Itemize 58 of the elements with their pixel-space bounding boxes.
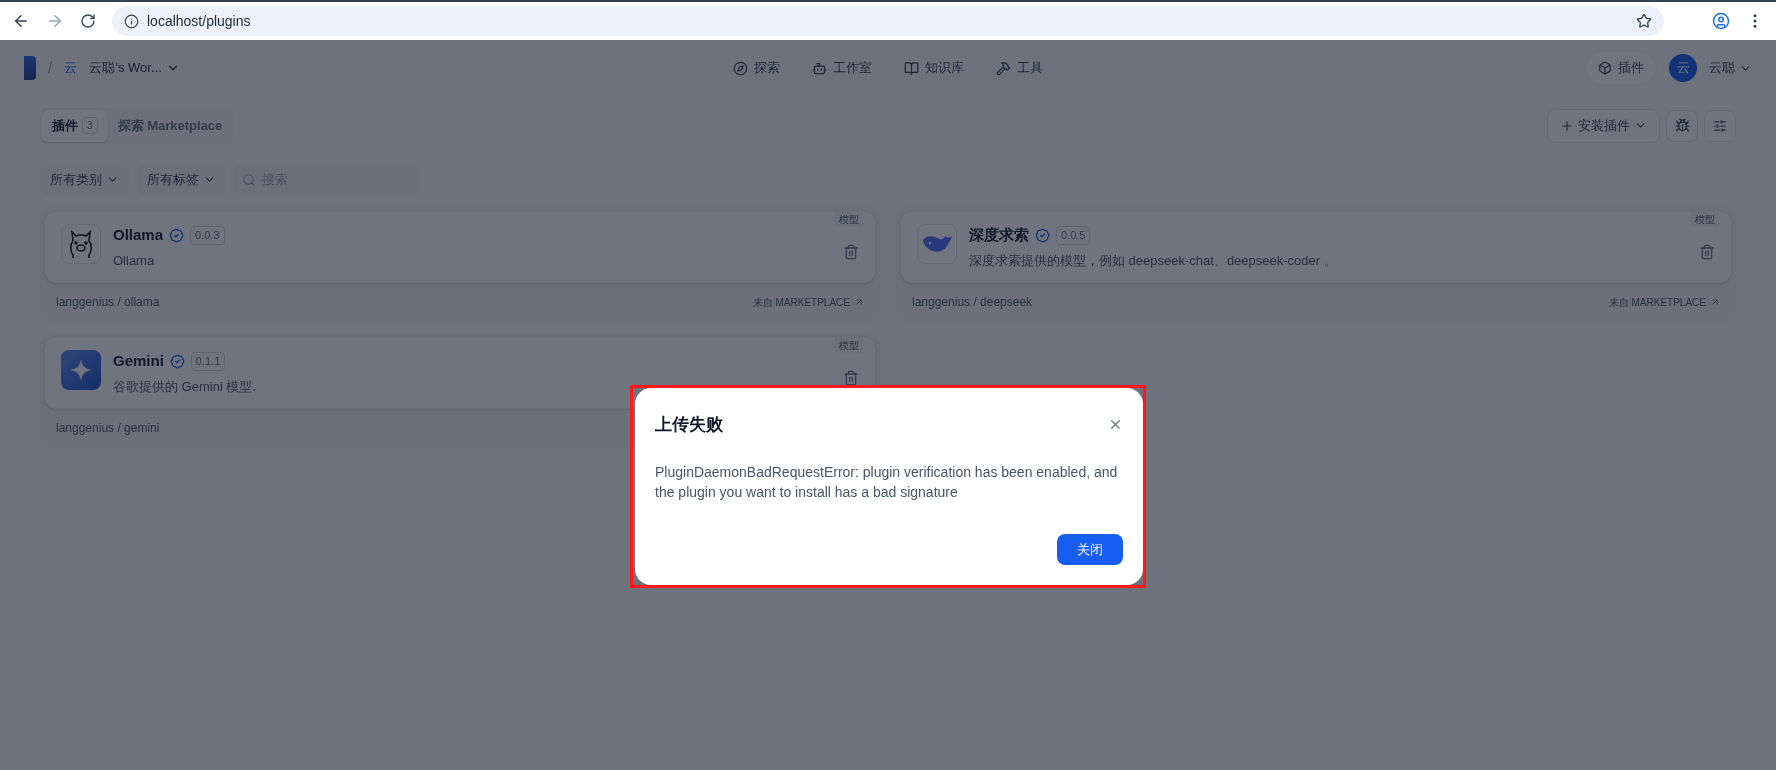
plus-icon xyxy=(1560,118,1574,133)
forward-icon[interactable] xyxy=(46,12,64,30)
bug-icon xyxy=(1674,118,1690,134)
nav-link[interactable]: 知识库 xyxy=(904,58,964,78)
plugin-description: 深度求索提供的模型，例如 deepseek-chat、deepseek-coder 。 xyxy=(969,251,1338,270)
plugin-description: 谷歌提供的 Gemini 模型. xyxy=(113,377,257,396)
llama-logo-icon xyxy=(61,224,101,264)
user-avatar[interactable]: 云 xyxy=(1669,54,1697,82)
delete-icon[interactable] xyxy=(1699,244,1715,260)
plugin-author-path: langgenius / deepseek xyxy=(912,294,1033,311)
marketplace-link[interactable]: 来自 MARKETPLACE xyxy=(752,294,864,310)
install-plugin-button[interactable]: 安装插件 xyxy=(1547,109,1660,143)
external-link-icon xyxy=(1710,297,1720,307)
version-tag: 0.1.1 xyxy=(190,352,226,371)
verified-icon xyxy=(1035,227,1050,243)
plugin-description: Ollama xyxy=(113,251,156,270)
delete-icon[interactable] xyxy=(843,244,859,260)
plugin-name: Ollama xyxy=(113,225,164,245)
user-menu[interactable]: 云聪 xyxy=(1709,58,1752,78)
nav-link[interactable]: 工作室 xyxy=(812,58,872,78)
info-icon[interactable] xyxy=(124,13,139,29)
search-icon xyxy=(242,172,256,187)
compass-icon xyxy=(733,60,748,76)
back-icon[interactable] xyxy=(12,12,30,30)
debug-button[interactable] xyxy=(1666,109,1698,142)
address-bar[interactable]: localhost/plugins xyxy=(112,6,1664,36)
verified-icon xyxy=(169,227,185,243)
delete-icon[interactable] xyxy=(843,370,859,386)
bookmark-star-icon[interactable] xyxy=(1636,13,1652,29)
profile-icon[interactable] xyxy=(1712,12,1730,30)
plugin-name: 深度求索 xyxy=(969,225,1029,245)
plugin-name: Gemini xyxy=(113,351,164,371)
settings-icon xyxy=(1713,118,1727,133)
url-text: localhost/plugins xyxy=(147,11,252,31)
book-icon xyxy=(904,60,919,76)
error-message: PluginDaemonBadRequestError: plugin verification has been enabled, and the plugin you want to install has a bad signature xyxy=(655,462,1119,502)
sparkle-logo-icon xyxy=(61,350,101,390)
hammer-icon xyxy=(996,60,1011,76)
tab[interactable]: 插件 3 xyxy=(42,110,108,142)
cube-icon xyxy=(1598,61,1612,75)
plugin-author-path: langgenius / gemini xyxy=(56,420,160,437)
workspace-selector[interactable]: 云聪's Wor... xyxy=(89,58,180,78)
app-logo-icon xyxy=(24,56,36,80)
verified-icon xyxy=(169,353,185,369)
marketplace-link[interactable]: 来自 MARKETPLACE xyxy=(1608,294,1720,310)
nav-link[interactable]: 探索 xyxy=(733,58,780,78)
version-tag: 0.0.5 xyxy=(1056,226,1091,245)
version-tag: 0.0.3 xyxy=(190,226,225,245)
robot-icon xyxy=(812,60,827,76)
close-button[interactable]: 关闭 xyxy=(1057,533,1123,565)
external-link-icon xyxy=(854,297,864,307)
whale-logo-icon xyxy=(917,224,957,264)
breadcrumb-separator: / xyxy=(48,58,53,78)
workspace-avatar: 云 xyxy=(64,59,78,78)
dialog-title: 上传失败 xyxy=(655,414,723,436)
plugin-author-path: langgenius / ollama xyxy=(56,294,160,311)
reload-icon[interactable] xyxy=(80,13,96,29)
nav-link[interactable]: 工具 xyxy=(996,58,1043,78)
